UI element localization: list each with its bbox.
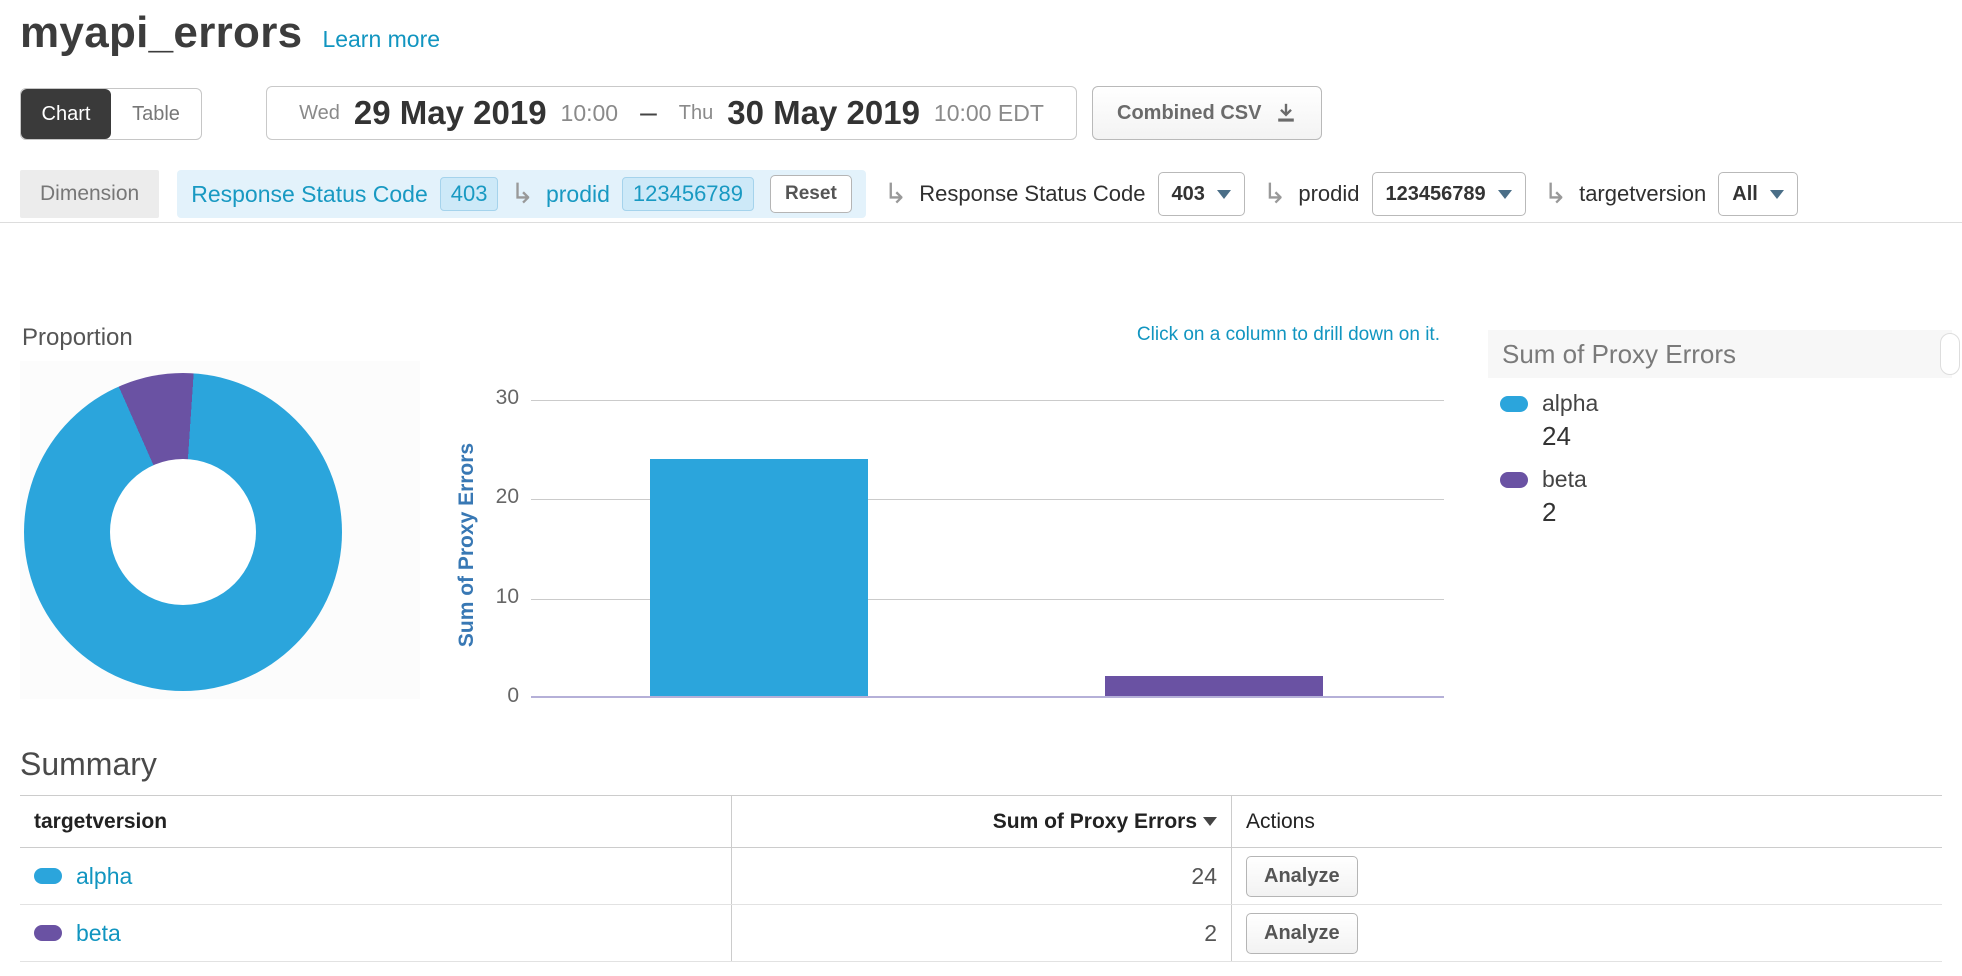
end-date: 30 May 2019: [727, 94, 920, 132]
caret-down-icon: [1498, 190, 1512, 199]
donut-hole: [110, 459, 256, 605]
breadcrumb-dimension-value-chip[interactable]: 123456789: [622, 177, 754, 211]
legend-item-label: beta: [1542, 466, 1587, 493]
drilldown-breadcrumb: Response Status Code 403 ↳ prodid 123456…: [177, 170, 866, 218]
alpha-link[interactable]: alpha: [76, 863, 132, 890]
filter-selected-value: 403: [1172, 183, 1205, 206]
alpha-color-swatch: [1500, 396, 1528, 412]
beta-link[interactable]: beta: [76, 920, 121, 947]
legend-item-label: alpha: [1542, 390, 1598, 417]
legend-header: Sum of Proxy Errors: [1488, 330, 1952, 378]
y-tick-20: 20: [430, 485, 519, 509]
filter-dropdown-prodid[interactable]: 123456789: [1372, 172, 1526, 216]
filter-dropdown-targetversion[interactable]: All: [1718, 172, 1798, 216]
legend-panel: Sum of Proxy Errors alpha 24 beta 2: [1488, 330, 1952, 548]
column-header-label: Sum of Proxy Errors: [993, 810, 1197, 834]
summary-table: targetversion Sum of Proxy Errors Action…: [20, 795, 1942, 962]
y-tick-30: 30: [430, 386, 519, 410]
filter-name: Response Status Code: [919, 181, 1145, 207]
filter-response-status-code: ↳ Response Status Code 403: [884, 172, 1245, 216]
filter-targetversion: ↳ targetversion All: [1544, 172, 1798, 216]
donut-chart[interactable]: [24, 373, 342, 691]
beta-color-swatch: [1500, 472, 1528, 488]
column-header-actions: Actions: [1232, 796, 1942, 847]
drill-down-icon: ↳: [884, 180, 907, 208]
y-tick-0: 0: [430, 684, 519, 708]
filter-selected-value: All: [1732, 183, 1758, 206]
date-range-picker[interactable]: Wed 29 May 2019 10:00 – Thu 30 May 2019 …: [266, 86, 1077, 140]
filter-selected-value: 123456789: [1386, 183, 1486, 206]
analyze-button-alpha[interactable]: Analyze: [1246, 856, 1358, 897]
end-day-of-week: Thu: [679, 102, 713, 125]
bar-chart-plot: [531, 400, 1444, 698]
table-row-alpha: alpha 24 Analyze: [20, 848, 1942, 905]
reset-button[interactable]: Reset: [770, 175, 852, 213]
alpha-value-cell: 24: [732, 848, 1232, 904]
table-header-row: targetversion Sum of Proxy Errors Action…: [20, 795, 1942, 848]
tab-chart[interactable]: Chart: [21, 89, 111, 139]
proportion-label: Proportion: [22, 324, 133, 352]
filter-name: targetversion: [1579, 181, 1706, 207]
y-tick-10: 10: [430, 585, 519, 609]
date-range-separator: –: [640, 96, 657, 130]
legend-title: Sum of Proxy Errors: [1502, 339, 1736, 370]
analyze-button-beta[interactable]: Analyze: [1246, 913, 1358, 954]
bar-beta[interactable]: [1105, 676, 1323, 696]
summary-heading: Summary: [20, 746, 157, 783]
breadcrumb-dimension-name[interactable]: prodid: [546, 181, 610, 208]
view-toggle: Chart Table: [20, 88, 202, 140]
learn-more-link[interactable]: Learn more: [322, 26, 440, 53]
legend-item-value: 2: [1542, 493, 1940, 536]
filter-dropdown-response-status-code[interactable]: 403: [1158, 172, 1245, 216]
end-time: 10:00 EDT: [934, 100, 1044, 127]
legend-item-beta: beta 2: [1500, 466, 1940, 536]
filter-name: prodid: [1298, 181, 1359, 207]
filter-prodid: ↳ prodid 123456789: [1263, 172, 1526, 216]
combined-csv-label: Combined CSV: [1117, 102, 1261, 125]
caret-down-icon: [1217, 190, 1231, 199]
custom-report-page: myapi_errors Learn more Chart Table Wed …: [0, 0, 1962, 976]
start-day-of-week: Wed: [299, 102, 340, 125]
start-time: 10:00: [561, 100, 619, 127]
column-header-targetversion[interactable]: targetversion: [20, 796, 732, 847]
legend-item-value: 24: [1542, 417, 1940, 460]
proportion-chart-panel: [20, 361, 420, 699]
tab-table[interactable]: Table: [111, 89, 201, 139]
page-title: myapi_errors: [20, 8, 302, 58]
report-header: myapi_errors Learn more: [20, 8, 440, 58]
breadcrumb-dimension-name[interactable]: Response Status Code: [191, 181, 428, 208]
legend-item-alpha: alpha 24: [1500, 390, 1940, 460]
legend-items: alpha 24 beta 2: [1488, 378, 1952, 548]
dimension-row: Dimension Response Status Code 403 ↳ pro…: [0, 166, 1962, 223]
drill-hint-text: Click on a column to drill down on it.: [1137, 324, 1440, 346]
combined-csv-button[interactable]: Combined CSV: [1092, 86, 1322, 140]
table-row-beta: beta 2 Analyze: [20, 905, 1942, 962]
gridline-30: [531, 400, 1444, 401]
caret-down-icon: [1770, 190, 1784, 199]
beta-value-cell: 2: [732, 905, 1232, 961]
drill-down-icon: ↳: [1263, 180, 1286, 208]
scrollbar-thumb[interactable]: [1940, 333, 1960, 375]
bar-alpha[interactable]: [650, 459, 868, 696]
alpha-color-swatch: [34, 868, 62, 884]
column-header-sum-of-proxy-errors[interactable]: Sum of Proxy Errors: [732, 796, 1232, 847]
dimension-label: Dimension: [20, 170, 159, 218]
drill-down-icon: ↳: [1544, 180, 1567, 208]
download-icon: [1275, 102, 1297, 124]
sort-descending-icon: [1203, 817, 1217, 826]
beta-color-swatch: [34, 925, 62, 941]
